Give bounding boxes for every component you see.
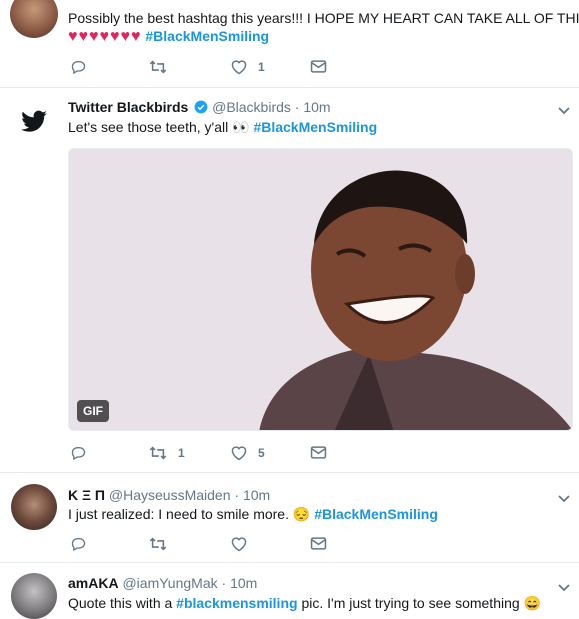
tweet-time[interactable]: · 10m (295, 99, 331, 115)
retweet-icon (149, 60, 167, 74)
reply-button[interactable] (70, 536, 87, 552)
retweet-count: 1 (178, 446, 185, 460)
tweet-header: Twitter Blackbirds @Blackbirds · 10m (68, 99, 331, 115)
like-icon (231, 537, 247, 552)
like-button[interactable] (230, 536, 248, 552)
tweet-2[interactable]: Twitter Blackbirds @Blackbirds · 10m Let… (0, 88, 579, 473)
gif-badge: GIF (77, 400, 109, 422)
verified-icon (194, 100, 208, 114)
retweet-icon (149, 537, 167, 551)
message-icon (310, 446, 327, 459)
hashtag-link[interactable]: #blackmensmiling (176, 595, 297, 611)
tweet-text-hashtag-line: ♥♥♥♥♥♥♥ #BlackMenSmiling (68, 28, 269, 46)
tweet-menu-caret[interactable] (558, 490, 570, 508)
dm-button[interactable] (310, 59, 327, 74)
user-handle[interactable]: @iamYungMak (122, 575, 217, 591)
tweet-4[interactable]: amAKA @iamYungMak · 10m Quote this with … (0, 563, 579, 619)
display-name[interactable]: Twitter Blackbirds (68, 99, 188, 115)
chevron-down-icon (558, 107, 570, 115)
avatar[interactable] (10, 0, 58, 38)
gif-frame-image (69, 149, 572, 430)
avatar[interactable] (11, 484, 57, 530)
hashtag-link[interactable]: #BlackMenSmiling (145, 28, 269, 44)
retweet-button[interactable] (148, 536, 168, 552)
tweet-time[interactable]: · 10m (222, 575, 258, 591)
avatar[interactable] (11, 573, 57, 619)
reply-icon (71, 61, 86, 75)
tweet-1[interactable]: Possibly the best hashtag this years!!! … (0, 0, 579, 88)
hashtag-link[interactable]: #BlackMenSmiling (314, 506, 438, 522)
reply-button[interactable] (70, 59, 87, 75)
twitter-bird-avatar[interactable] (20, 110, 52, 142)
user-handle[interactable]: @HayseussMaiden (109, 487, 231, 503)
tweet-time[interactable]: · 10m (234, 487, 270, 503)
like-button[interactable]: 5 (230, 445, 265, 461)
message-icon (310, 60, 327, 73)
tweet-text: Quote this with a #blackmensmiling pic. … (68, 595, 541, 611)
reply-icon (71, 447, 86, 461)
tweet-header: amAKA @iamYungMak · 10m (68, 575, 257, 591)
display-name[interactable]: Κ Ξ Π (68, 487, 105, 503)
like-icon (231, 60, 247, 75)
tweet-actions (70, 536, 350, 558)
dm-button[interactable] (310, 445, 327, 460)
chevron-down-icon (558, 584, 570, 592)
tweet-actions: 1 (70, 59, 350, 81)
twitter-bird-icon (21, 110, 47, 132)
message-icon (310, 537, 327, 550)
retweet-button[interactable]: 1 (148, 445, 185, 461)
hashtag-link[interactable]: #BlackMenSmiling (253, 119, 377, 135)
like-button[interactable]: 1 (230, 59, 265, 75)
tweet-menu-caret[interactable] (558, 579, 570, 597)
tweet-header: Κ Ξ Π @HayseussMaiden · 10m (68, 487, 270, 503)
like-count: 5 (258, 446, 265, 460)
retweet-icon (149, 446, 167, 460)
retweet-button[interactable] (148, 59, 168, 75)
reply-icon (71, 538, 86, 552)
dm-button[interactable] (310, 536, 327, 551)
tweet-text: Let's see those teeth, y'all 👀 #BlackMen… (68, 119, 378, 135)
chevron-down-icon (558, 495, 570, 503)
like-count: 1 (258, 60, 265, 74)
gif-media[interactable]: GIF (68, 148, 573, 431)
tweet-menu-caret[interactable] (558, 102, 570, 120)
like-icon (231, 446, 247, 461)
tweet-text: I just realized: I need to smile more. 😔… (68, 506, 438, 522)
tweet-text: Possibly the best hashtag this years!!! … (68, 10, 579, 26)
tweet-3[interactable]: Κ Ξ Π @HayseussMaiden · 10m I just reali… (0, 473, 579, 563)
display-name[interactable]: amAKA (68, 575, 119, 591)
user-handle[interactable]: @Blackbirds (212, 99, 291, 115)
reply-button[interactable] (70, 445, 87, 461)
heart-emoji-row: ♥♥♥♥♥♥♥ (68, 28, 142, 45)
tweet-actions: 1 5 (70, 445, 350, 467)
